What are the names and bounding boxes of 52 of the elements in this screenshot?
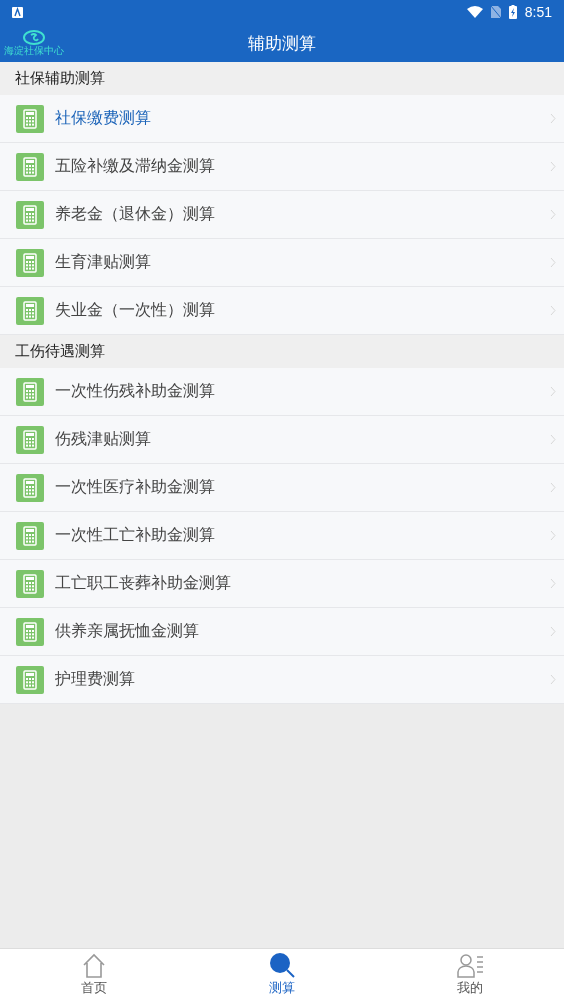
nav-tab[interactable]: 我的 bbox=[376, 949, 564, 1002]
calculator-icon bbox=[16, 569, 44, 598]
menu-item[interactable]: 养老金（退休金）测算 bbox=[0, 191, 564, 239]
menu-item[interactable]: 工亡职工丧葬补助金测算 bbox=[0, 560, 564, 608]
menu-item[interactable]: 伤残津贴测算 bbox=[0, 416, 564, 464]
calculator-icon bbox=[16, 248, 44, 277]
calculator-icon bbox=[16, 377, 44, 406]
wifi-icon bbox=[466, 6, 483, 18]
section-title: 社保辅助测算 bbox=[15, 69, 105, 88]
page-title: 辅助测算 bbox=[248, 31, 316, 55]
menu-item[interactable]: 一次性伤残补助金测算 bbox=[0, 368, 564, 416]
chevron-right-icon bbox=[550, 305, 556, 316]
chevron-right-icon bbox=[550, 626, 556, 637]
chevron-right-icon bbox=[550, 113, 556, 124]
calculator-icon bbox=[16, 473, 44, 502]
nav-tab[interactable]: 首页 bbox=[0, 949, 188, 1002]
menu-item[interactable]: 生育津贴测算 bbox=[0, 239, 564, 287]
logo-icon bbox=[23, 30, 45, 45]
chevron-right-icon bbox=[550, 209, 556, 220]
menu-item[interactable]: 护理费测算 bbox=[0, 656, 564, 704]
calculator-icon bbox=[16, 152, 44, 181]
menu-item[interactable]: 供养亲属抚恤金测算 bbox=[0, 608, 564, 656]
menu-item[interactable]: 一次性工亡补助金测算 bbox=[0, 512, 564, 560]
chevron-right-icon bbox=[550, 578, 556, 589]
home-icon bbox=[82, 953, 106, 979]
chevron-right-icon bbox=[550, 434, 556, 445]
user-list-icon bbox=[456, 953, 484, 979]
chevron-right-icon bbox=[550, 482, 556, 493]
chevron-right-icon bbox=[550, 386, 556, 397]
notification-icon bbox=[12, 6, 23, 18]
calculator-icon bbox=[16, 200, 44, 229]
section-title: 工伤待遇测算 bbox=[15, 342, 105, 361]
nav-tab[interactable]: 测算 bbox=[188, 949, 376, 1002]
menu-item[interactable]: 五险补缴及滞纳金测算 bbox=[0, 143, 564, 191]
chevron-right-icon bbox=[550, 530, 556, 541]
calculator-icon bbox=[16, 296, 44, 325]
battery-icon bbox=[508, 5, 517, 19]
calculator-icon bbox=[16, 104, 44, 133]
menu-item[interactable]: 社保缴费测算 bbox=[0, 95, 564, 143]
calculator-icon bbox=[16, 617, 44, 646]
menu-item[interactable]: 一次性医疗补助金测算 bbox=[0, 464, 564, 512]
chevron-right-icon bbox=[550, 161, 556, 172]
calculator-icon bbox=[16, 665, 44, 694]
logo-text: 海淀社保中心 bbox=[4, 45, 64, 56]
status-time: 8:51 bbox=[524, 4, 552, 20]
chevron-right-icon bbox=[550, 257, 556, 268]
menu-item[interactable]: 失业金（一次性）测算 bbox=[0, 287, 564, 335]
calculator-icon bbox=[16, 521, 44, 550]
chevron-right-icon bbox=[550, 674, 556, 685]
no-sim-icon bbox=[490, 6, 501, 18]
search-icon bbox=[268, 951, 296, 979]
calculator-icon bbox=[16, 425, 44, 454]
